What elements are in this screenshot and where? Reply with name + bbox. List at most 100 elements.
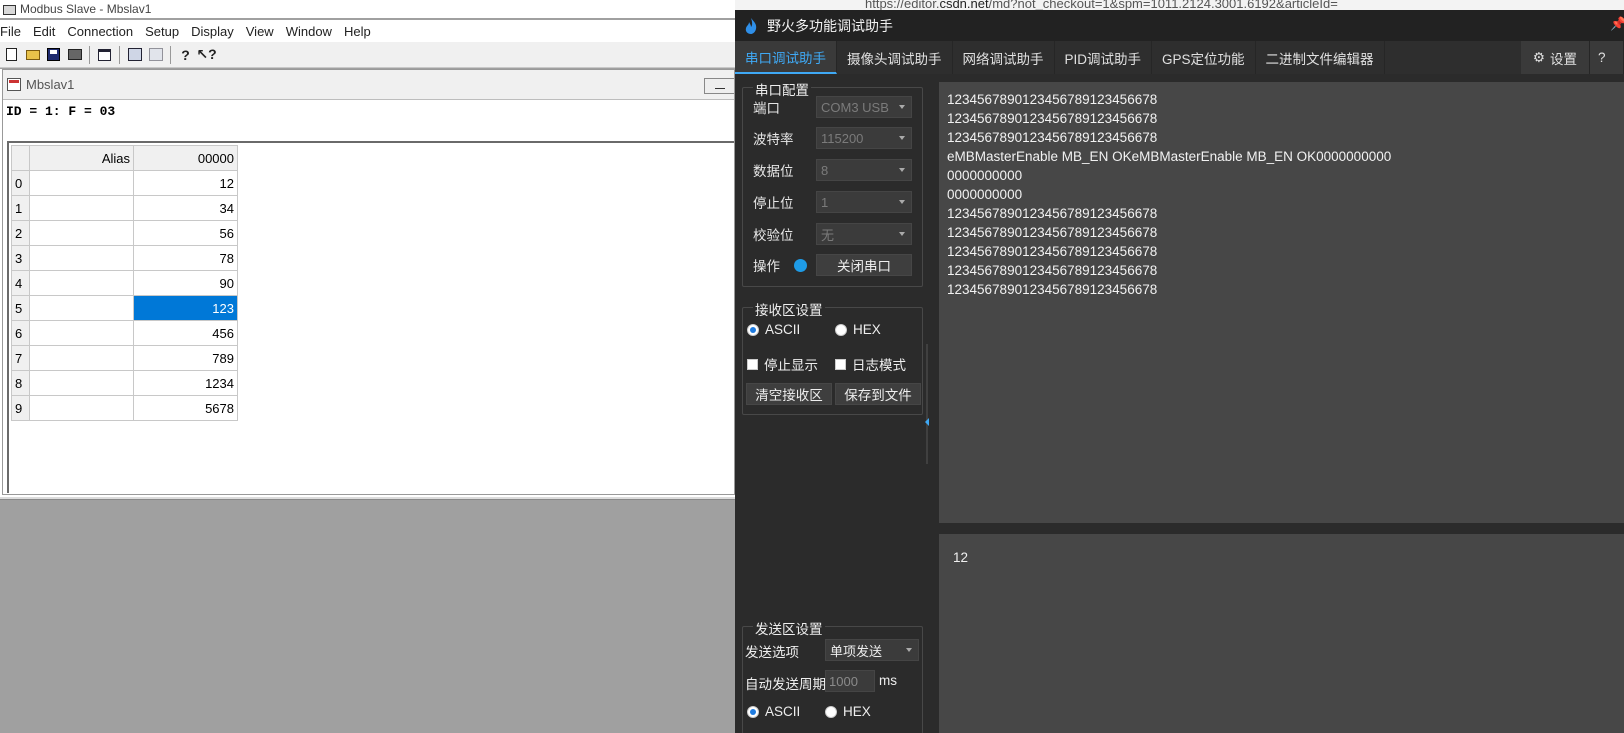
alias-cell[interactable] [29, 320, 134, 346]
register-value-cell[interactable]: 78 [133, 245, 238, 271]
alias-cell[interactable] [29, 295, 134, 321]
alias-cell[interactable] [29, 270, 134, 296]
alias-cell[interactable] [29, 370, 134, 396]
row-index[interactable]: 4 [11, 270, 30, 296]
disconnect-icon [148, 48, 163, 61]
context-help-button[interactable]: ↖? [196, 46, 217, 63]
send-hex-radio[interactable]: HEX [825, 704, 871, 719]
save-to-file-button[interactable]: 保存到文件 [835, 383, 921, 405]
send-option-select[interactable]: 单项发送 [825, 639, 919, 661]
menu-help[interactable]: Help [338, 24, 377, 39]
register-value-cell[interactable]: 90 [133, 270, 238, 296]
send-ascii-radio[interactable]: ASCII [747, 704, 800, 719]
menu-connection[interactable]: Connection [61, 24, 139, 39]
save-button[interactable] [45, 46, 62, 63]
menu-window[interactable]: Window [280, 24, 338, 39]
parity-select[interactable]: 无 [816, 223, 912, 245]
help-button[interactable]: ? [177, 46, 194, 63]
mbslav1-window: Mbslav1 ID = 1: F = 03 Alias 00000 0 12 1 3… [2, 69, 735, 495]
alias-cell[interactable] [29, 170, 134, 196]
row-index[interactable]: 9 [11, 395, 30, 421]
tab-binary-editor[interactable]: 二进制文件编辑器 [1256, 41, 1385, 74]
parity-value: 无 [821, 227, 835, 243]
minimize-button[interactable] [704, 78, 734, 94]
menu-view[interactable]: View [240, 24, 280, 39]
alias-cell[interactable] [29, 345, 134, 371]
tab-gps[interactable]: GPS定位功能 [1152, 41, 1256, 74]
tab-pid[interactable]: PID调试助手 [1055, 41, 1153, 74]
send-text: 12 [953, 550, 969, 565]
browser-url: https://editor.csdn.net/md?not_checkout=… [865, 0, 1338, 10]
tab-network[interactable]: 网络调试助手 [953, 41, 1055, 74]
splitter-grip [926, 344, 928, 464]
menu-display[interactable]: Display [185, 24, 240, 39]
receive-text-area[interactable]: 1234567890123456789123456678 123456789012… [939, 82, 1624, 523]
receive-ascii-label: ASCII [765, 322, 801, 337]
row-index[interactable]: 5 [11, 295, 30, 321]
register-value-cell[interactable]: 5678 [133, 395, 238, 421]
tab-serial[interactable]: 串口调试助手 [735, 41, 837, 74]
url-prefix: https://editor. [865, 0, 940, 10]
menu-setup[interactable]: Setup [139, 24, 185, 39]
register-value-cell[interactable]: 123 [133, 295, 238, 321]
register-value-cell[interactable]: 56 [133, 220, 238, 246]
open-file-button[interactable] [24, 46, 41, 63]
clear-receive-button[interactable]: 清空接收区 [746, 383, 832, 405]
help-menu-button[interactable]: ? [1590, 41, 1624, 74]
new-window-button[interactable] [96, 46, 113, 63]
register-value-cell[interactable]: 789 [133, 345, 238, 371]
firebrand-tabbar: 串口调试助手 摄像头调试助手 网络调试助手 PID调试助手 GPS定位功能 二进… [735, 41, 1624, 74]
register-value-cell[interactable]: 1234 [133, 370, 238, 396]
row-index[interactable]: 0 [11, 170, 30, 196]
register-value-cell[interactable]: 456 [133, 320, 238, 346]
received-line: 1234567890123456789123456678 [947, 225, 1158, 240]
collapse-arrow-icon[interactable] [925, 418, 929, 426]
grid-corner [11, 145, 30, 171]
menu-file[interactable]: File [0, 24, 27, 39]
modbus-toolbar: ? ↖? [0, 42, 735, 68]
disconnect-button[interactable] [147, 46, 164, 63]
mbslav1-titlebar: Mbslav1 [3, 70, 734, 100]
row-index[interactable]: 8 [11, 370, 30, 396]
context-help-icon: ↖? [196, 46, 217, 62]
row-index[interactable]: 1 [11, 195, 30, 221]
chevron-down-icon [906, 648, 912, 652]
firebrand-title: 野火多功能调试助手 [767, 17, 893, 34]
settings-button[interactable]: ⚙ 设置 [1520, 41, 1590, 74]
send-text-area[interactable]: 12 [939, 534, 1624, 733]
receive-ascii-radio[interactable]: ASCII [747, 322, 800, 337]
window-icon [98, 48, 111, 61]
baud-select[interactable]: 115200 [816, 127, 912, 149]
log-mode-checkbox[interactable]: 日志模式 [835, 354, 906, 374]
auto-period-input[interactable]: 1000 [825, 670, 875, 692]
alias-cell[interactable] [29, 220, 134, 246]
stopbits-select[interactable]: 1 [816, 191, 912, 213]
row-index[interactable]: 6 [11, 320, 30, 346]
register-value-cell[interactable]: 12 [133, 170, 238, 196]
new-file-button[interactable] [3, 46, 20, 63]
alias-cell[interactable] [29, 395, 134, 421]
register-value-cell[interactable]: 34 [133, 195, 238, 221]
row-index[interactable]: 2 [11, 220, 30, 246]
panel-splitter[interactable] [925, 74, 929, 733]
row-index[interactable]: 3 [11, 245, 30, 271]
row-index[interactable]: 7 [11, 345, 30, 371]
close-port-button[interactable]: 关闭串口 [816, 254, 912, 276]
alias-cell[interactable] [29, 195, 134, 221]
log-mode-label: 日志模式 [852, 358, 906, 373]
stopbits-row: 停止位 1 [743, 191, 924, 213]
serial-config-group: 串口配置 端口 COM3 USB 波特率 115200 数据位 8 停止位 1 … [742, 79, 924, 287]
print-button[interactable] [66, 46, 83, 63]
port-select[interactable]: COM3 USB [816, 96, 912, 118]
tab-camera[interactable]: 摄像头调试助手 [837, 41, 953, 74]
receive-hex-radio[interactable]: HEX [835, 322, 881, 337]
browser-address-bar[interactable]: https://editor.csdn.net/md?not_checkout=… [735, 0, 1624, 10]
modbus-titlebar: Modbus Slave - Mbslav1 [0, 0, 735, 18]
connect-button[interactable] [126, 46, 143, 63]
radio-checked-icon [747, 705, 759, 718]
stop-display-checkbox[interactable]: 停止显示 [747, 354, 818, 374]
pin-icon[interactable]: 📌 [1610, 16, 1624, 32]
alias-cell[interactable] [29, 245, 134, 271]
databits-select[interactable]: 8 [816, 159, 912, 181]
menu-edit[interactable]: Edit [27, 24, 61, 39]
